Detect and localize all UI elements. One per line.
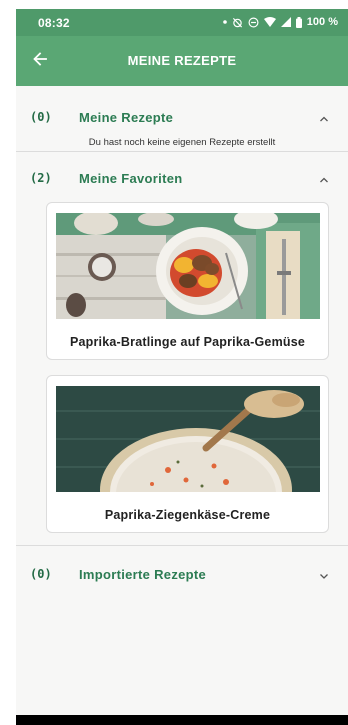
recipe-title: Paprika-Ziegenkäse-Creme bbox=[104, 508, 271, 522]
recipe-image bbox=[56, 213, 320, 319]
app-bar: MEINE REZEPTE bbox=[16, 36, 348, 86]
chevron-down-icon bbox=[318, 569, 330, 581]
section-count: (0) bbox=[30, 567, 52, 581]
section-header-importierte-rezepte[interactable]: (0) Importierte Rezepte bbox=[16, 555, 348, 595]
page-title: MEINE REZEPTE bbox=[127, 53, 237, 68]
battery-icon bbox=[295, 16, 302, 28]
section-count: (2) bbox=[30, 171, 52, 185]
battery-percentage: 100 % bbox=[306, 16, 338, 28]
status-time: 08:32 bbox=[38, 16, 70, 30]
chevron-up-icon bbox=[318, 173, 330, 185]
app-screen: 08:32 100 % MEINE REZEPTE (0) Meine Reze… bbox=[16, 9, 348, 725]
recipe-card[interactable]: Paprika-Ziegenkäse-Creme bbox=[46, 375, 329, 533]
status-icons: 100 % bbox=[222, 13, 338, 31]
recipe-title: Paprika-Bratlinge auf Paprika-Gemüse bbox=[69, 335, 306, 349]
section-header-meine-favoriten[interactable]: (2) Meine Favoriten bbox=[16, 159, 348, 199]
divider bbox=[16, 545, 348, 546]
section-title: Meine Favoriten bbox=[79, 171, 183, 186]
wifi-icon bbox=[263, 17, 276, 27]
chevron-up-icon bbox=[318, 112, 330, 124]
recipe-card[interactable]: Paprika-Bratlinge auf Paprika-Gemüse bbox=[46, 202, 329, 360]
divider bbox=[16, 151, 348, 152]
section-title: Importierte Rezepte bbox=[79, 567, 207, 582]
notification-dot-icon bbox=[222, 20, 227, 24]
section-title: Meine Rezepte bbox=[79, 110, 174, 125]
status-bar: 08:32 100 % bbox=[16, 9, 348, 36]
empty-state-text: Du hast noch keine eigenen Rezepte erste… bbox=[88, 137, 276, 148]
section-count: (0) bbox=[30, 110, 52, 124]
system-navigation-bar bbox=[16, 715, 348, 725]
cellular-signal-icon bbox=[280, 17, 291, 27]
alarm-off-icon bbox=[232, 17, 243, 28]
recipe-image bbox=[56, 386, 320, 492]
do-not-disturb-icon bbox=[248, 17, 259, 28]
section-header-meine-rezepte[interactable]: (0) Meine Rezepte bbox=[16, 98, 348, 138]
